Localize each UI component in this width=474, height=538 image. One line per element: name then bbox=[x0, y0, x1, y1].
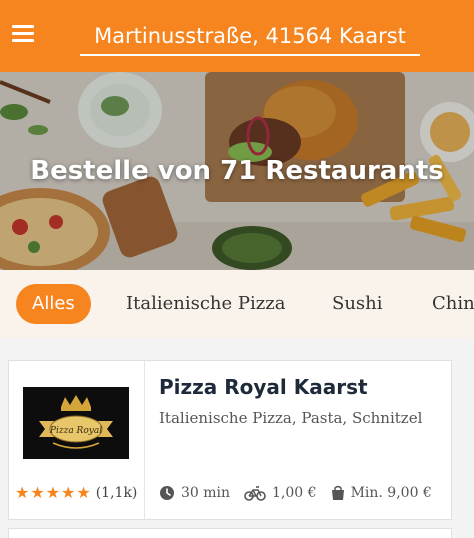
rating: ★ ★ ★ ★ ★ (1,1k) bbox=[15, 483, 138, 502]
shopping-bag-icon bbox=[331, 485, 344, 500]
restaurant-logo: Pizza Royal bbox=[23, 387, 129, 459]
star-icon: ★ bbox=[30, 483, 45, 502]
restaurant-card[interactable]: Pizza Royal ★ ★ ★ ★ ★ (1,1k) Pizza Royal… bbox=[8, 360, 452, 520]
star-icon: ★ bbox=[15, 483, 30, 502]
star-icon: ★ bbox=[76, 483, 91, 502]
hero-banner: Bestelle von 71 Restaurants bbox=[0, 72, 474, 270]
rating-count: (1,1k) bbox=[95, 485, 138, 501]
min-order: Min. 9,00 € bbox=[331, 485, 432, 501]
star-icon: ★ bbox=[61, 483, 76, 502]
category-tab-italienische-pizza[interactable]: Italienische Pizza bbox=[126, 284, 285, 324]
restaurant-cuisine: Italienische Pizza, Pasta, Schnitzel bbox=[159, 409, 423, 427]
restaurant-meta: 30 min 1,00 € Min. 9,00 € bbox=[159, 485, 446, 501]
category-bar: Alles Italienische Pizza Sushi Chin bbox=[0, 270, 474, 338]
category-tab-chinese[interactable]: Chin bbox=[432, 284, 474, 324]
app-header: Martinusstraße, 41564 Kaarst bbox=[0, 0, 474, 72]
hero-title: Bestelle von 71 Restaurants bbox=[30, 156, 444, 186]
delivery-fee-value: 1,00 € bbox=[272, 485, 317, 501]
star-icon: ★ bbox=[45, 483, 61, 502]
hamburger-menu-icon[interactable] bbox=[12, 24, 36, 44]
delivery-time: 30 min bbox=[159, 485, 230, 501]
delivery-address[interactable]: Martinusstraße, 41564 Kaarst bbox=[80, 20, 420, 56]
restaurant-card-left: Pizza Royal ★ ★ ★ ★ ★ (1,1k) bbox=[9, 361, 145, 519]
logo-text: Pizza Royal bbox=[49, 426, 102, 436]
delivery-time-value: 30 min bbox=[181, 485, 231, 501]
bicycle-icon bbox=[244, 486, 266, 501]
clock-icon bbox=[160, 486, 174, 500]
min-order-value: Min. 9,00 € bbox=[350, 485, 432, 501]
delivery-fee: 1,00 € bbox=[244, 485, 317, 501]
restaurant-card-next[interactable] bbox=[8, 528, 452, 538]
category-tab-alles[interactable]: Alles bbox=[16, 284, 91, 324]
category-tab-sushi[interactable]: Sushi bbox=[332, 284, 383, 324]
restaurant-name[interactable]: Pizza Royal Kaarst bbox=[159, 375, 368, 399]
